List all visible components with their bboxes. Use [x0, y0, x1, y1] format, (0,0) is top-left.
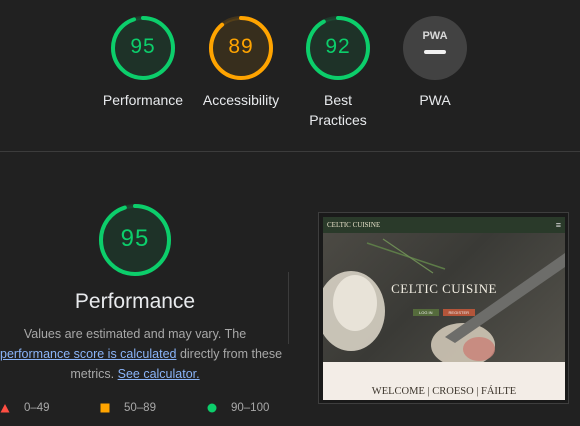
square-icon	[100, 403, 110, 413]
performance-label: Performance	[102, 92, 184, 108]
legend-fail-label: 0–49	[24, 402, 50, 414]
legend-average: 50–89	[100, 402, 156, 414]
screenshot-welcome-text: WELCOME | CROESO | FÁILTE	[371, 386, 517, 397]
circle-icon	[207, 403, 217, 413]
gauge-accessibility[interactable]: 89 Accessibility	[194, 15, 288, 110]
performance-detail-score: 95	[120, 225, 150, 252]
gauge-performance[interactable]: 95 Performance	[96, 15, 190, 110]
accessibility-score: 89	[228, 35, 254, 58]
gauge-best-practices[interactable]: 92 Best Practices	[291, 15, 385, 130]
desc-text-3: metrics.	[70, 367, 118, 381]
hero-image	[323, 238, 565, 362]
best-practices-label-line2: Practices	[309, 112, 367, 128]
see-calculator-link[interactable]: See calculator.	[118, 367, 200, 381]
performance-detail-gauge: 95	[95, 202, 175, 278]
pwa-badge-icon: PWA	[403, 16, 467, 80]
screenshot-login-button: LOG IN	[412, 309, 439, 316]
screenshot-brand: CELTIC CUISINE	[327, 221, 381, 229]
pwa-label: PWA	[419, 92, 451, 108]
vertical-separator	[288, 272, 289, 344]
screenshot-hero: CELTIC CUISINE LOG IN REGISTER	[323, 233, 565, 362]
legend-pass: 90–100	[207, 402, 269, 414]
final-screenshot-thumbnail[interactable]: CELTIC CUISINE ≡ CELTIC CUISINE LOG IN R…	[318, 212, 569, 404]
best-practices-label-line1: Best	[323, 92, 352, 108]
screenshot-hero-buttons: LOG IN REGISTER	[323, 309, 565, 316]
legend-pass-label: 90–100	[231, 402, 270, 414]
screenshot-welcome-band: WELCOME | CROESO | FÁILTE	[323, 362, 565, 400]
section-divider	[0, 151, 580, 152]
screenshot-register-button: REGISTER	[442, 309, 475, 316]
screenshot-hero-title: CELTIC CUISINE	[391, 281, 497, 296]
pwa-badge-text: PWA	[422, 30, 447, 42]
gauge-pwa[interactable]: PWA PWA	[388, 15, 482, 110]
screenshot-navbar: CELTIC CUISINE ≡	[323, 217, 565, 233]
triangle-icon	[0, 404, 10, 413]
performance-score-calculated-link[interactable]: performance score is calculated	[0, 347, 176, 361]
performance-description: Values are estimated and may vary. The p…	[0, 324, 282, 384]
performance-score: 95	[130, 35, 156, 58]
screenshot-content: CELTIC CUISINE ≡ CELTIC CUISINE LOG IN R…	[323, 217, 565, 400]
performance-detail-title: Performance	[74, 290, 196, 313]
desc-text-2: directly from these	[176, 347, 283, 361]
desc-text-1: Values are estimated and may vary. The	[23, 327, 247, 341]
legend-average-label: 50–89	[124, 402, 156, 414]
legend-fail: 0–49	[0, 402, 50, 414]
accessibility-label: Accessibility	[202, 92, 280, 108]
hamburger-icon: ≡	[555, 220, 561, 230]
best-practices-score: 92	[325, 35, 351, 58]
